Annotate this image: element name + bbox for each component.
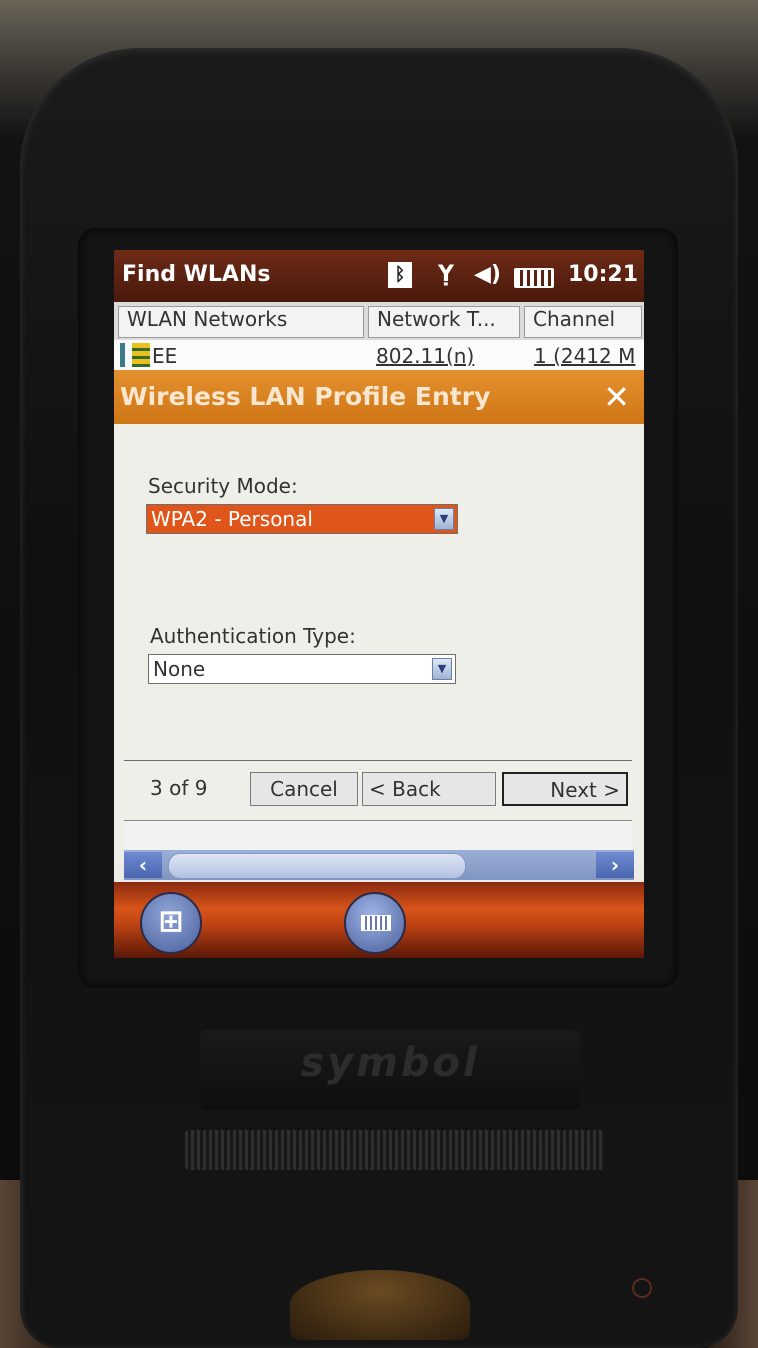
- network-channel: 1 (2412 M: [534, 344, 636, 368]
- chevron-down-icon[interactable]: ▼: [434, 508, 454, 530]
- security-mode-select[interactable]: WPA2 - Personal ▼: [146, 504, 458, 534]
- dialog-header: Wireless LAN Profile Entry ✕: [114, 370, 644, 424]
- scroll-left-icon[interactable]: ‹: [124, 852, 162, 878]
- volume-icon[interactable]: ◀): [474, 262, 501, 287]
- column-header-wlan-networks[interactable]: WLAN Networks: [118, 306, 364, 338]
- scroll-right-icon[interactable]: ›: [596, 852, 634, 878]
- divider: [124, 760, 632, 761]
- bluetooth-icon[interactable]: ᛒ: [388, 262, 412, 288]
- dialog-footer-area: [124, 820, 632, 851]
- network-type: 802.11(n): [376, 344, 475, 368]
- access-point-icon: [120, 343, 150, 367]
- status-bar: Find WLANs ᛒ Ỵ ◀) 10:21: [114, 250, 644, 302]
- keyboard-icon[interactable]: [344, 892, 406, 954]
- keyboard-keys-graphic: [361, 915, 391, 931]
- horizontal-scrollbar[interactable]: ‹ ›: [124, 850, 634, 880]
- battery-icon[interactable]: [514, 268, 554, 288]
- dialog-title: Wireless LAN Profile Entry: [120, 382, 491, 411]
- security-mode-label: Security Mode:: [148, 474, 298, 498]
- device-screen: Find WLANs ᛒ Ỵ ◀) 10:21 WLAN Networks Ne…: [114, 250, 644, 958]
- network-ssid: EE: [152, 344, 178, 368]
- security-mode-value: WPA2 - Personal: [151, 507, 313, 531]
- scrollbar-thumb[interactable]: [168, 853, 466, 879]
- device-brand-logo: symbol: [300, 1040, 480, 1086]
- clock-time[interactable]: 10:21: [568, 262, 638, 287]
- close-icon[interactable]: ✕: [603, 378, 630, 416]
- column-header-channel[interactable]: Channel: [524, 306, 642, 338]
- cancel-button[interactable]: Cancel: [250, 772, 358, 806]
- next-button[interactable]: Next >: [502, 772, 628, 806]
- network-list-header: WLAN Networks Network T... Channel: [114, 302, 644, 340]
- dialog-body: Security Mode: WPA2 - Personal ▼ Authent…: [114, 424, 644, 864]
- speaker-grille: [185, 1130, 605, 1170]
- page-indicator: 3 of 9: [150, 776, 208, 800]
- app-title: Find WLANs: [122, 262, 271, 287]
- authentication-type-label: Authentication Type:: [150, 624, 356, 648]
- column-header-network-type[interactable]: Network T...: [368, 306, 520, 338]
- scan-trigger-button[interactable]: [290, 1270, 470, 1340]
- back-button[interactable]: < Back: [362, 772, 496, 806]
- authentication-type-value: None: [153, 657, 206, 681]
- authentication-type-select[interactable]: None ▼: [148, 654, 456, 684]
- taskbar: ⊞: [114, 882, 644, 958]
- power-icon[interactable]: [632, 1278, 652, 1298]
- chevron-down-icon[interactable]: ▼: [432, 658, 452, 680]
- windows-start-icon[interactable]: ⊞: [140, 892, 202, 954]
- list-item[interactable]: EE 802.11(n) 1 (2412 M: [114, 340, 644, 374]
- signal-antenna-icon[interactable]: Ỵ: [438, 262, 454, 287]
